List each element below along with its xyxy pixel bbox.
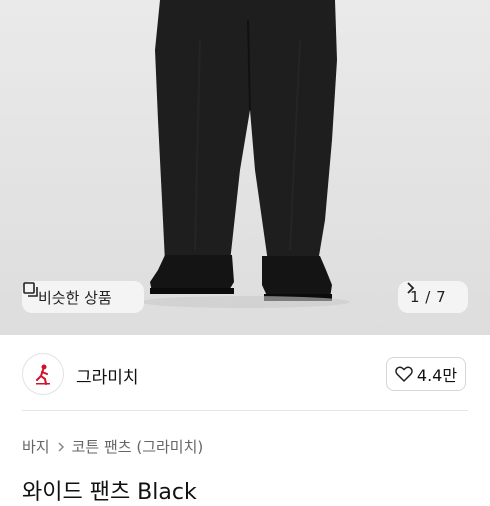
like-button[interactable]: 4.4만 [386,357,466,391]
similar-items-icon [23,282,38,297]
chevron-right-icon [58,441,64,452]
product-title: 와이드 팬츠 Black [22,480,197,505]
product-image-carousel[interactable]: 비슷한 상품 1 / 7 [0,0,490,335]
gramicci-logo-icon [36,364,50,385]
breadcrumb-item-cotton-pants[interactable]: 코튼 팬츠 (그라미치) [72,436,204,457]
similar-items-label: 비슷한 상품 [38,288,112,307]
heart-icon [395,366,413,382]
similar-items-button[interactable]: 비슷한 상품 [22,281,144,313]
store-name[interactable]: 그라미치 [76,363,139,388]
breadcrumb-item-pants[interactable]: 바지 [22,436,50,457]
chevron-right-icon [407,282,415,294]
breadcrumb-separator [57,441,65,453]
image-counter-button[interactable]: 1 / 7 [398,281,468,313]
breadcrumb: 바지 코튼 팬츠 (그라미치) [22,436,203,457]
like-count: 4.4만 [416,366,458,385]
store-row: 그라미치 4.4만 [0,347,490,401]
store-logo[interactable] [22,353,64,395]
divider [22,410,468,411]
